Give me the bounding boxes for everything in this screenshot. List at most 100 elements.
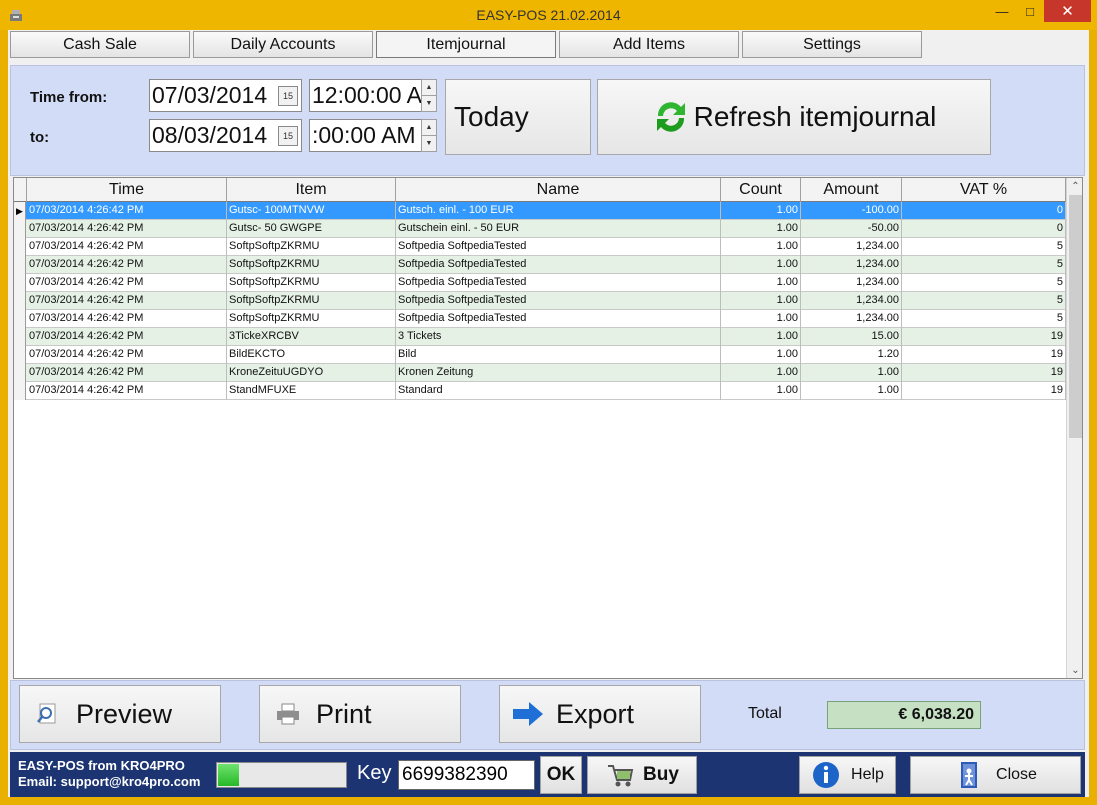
cell-amount[interactable]: -100.00	[801, 202, 902, 220]
column-header-name[interactable]: Name	[396, 178, 721, 202]
scroll-thumb[interactable]	[1069, 195, 1082, 438]
maximize-button[interactable]: □	[1016, 0, 1044, 22]
cell-time[interactable]: 07/03/2014 4:26:42 PM	[27, 202, 227, 220]
cell-name[interactable]: Softpedia SoftpediaTested	[396, 310, 721, 328]
cell-item[interactable]: Gutsc- 100MTNVW	[227, 202, 396, 220]
cell-amount[interactable]: 1,234.00	[801, 292, 902, 310]
cell-name[interactable]: Softpedia SoftpediaTested	[396, 238, 721, 256]
print-button[interactable]: Print	[259, 685, 461, 743]
cell-time[interactable]: 07/03/2014 4:26:42 PM	[27, 346, 227, 364]
cell-vat[interactable]: 5	[902, 274, 1066, 292]
time-to-field[interactable]: :00:00 AM	[309, 119, 422, 152]
cell-vat[interactable]: 19	[902, 346, 1066, 364]
window-close-button[interactable]: ✕	[1044, 0, 1091, 22]
cell-vat[interactable]: 5	[902, 256, 1066, 274]
close-button[interactable]: Close	[910, 756, 1081, 794]
cell-item[interactable]: 3TickeXRCBV	[227, 328, 396, 346]
cell-vat[interactable]: 19	[902, 328, 1066, 346]
cell-name[interactable]: Kronen Zeitung	[396, 364, 721, 382]
cell-time[interactable]: 07/03/2014 4:26:42 PM	[27, 292, 227, 310]
table-row[interactable]: 07/03/2014 4:26:42 PM Gutsc- 50 GWGPE Guts…	[14, 220, 1066, 238]
cell-amount[interactable]: 1.00	[801, 364, 902, 382]
cell-count[interactable]: 1.00	[721, 238, 801, 256]
cell-amount[interactable]: -50.00	[801, 220, 902, 238]
cell-amount[interactable]: 1,234.00	[801, 256, 902, 274]
cell-item[interactable]: SoftpSoftpZKRMU	[227, 292, 396, 310]
column-header-vat[interactable]: VAT %	[902, 178, 1066, 202]
cell-time[interactable]: 07/03/2014 4:26:42 PM	[27, 364, 227, 382]
row-header[interactable]	[14, 238, 26, 256]
cell-amount[interactable]: 1,234.00	[801, 274, 902, 292]
column-header-time[interactable]: Time	[27, 178, 227, 202]
row-header[interactable]	[14, 328, 26, 346]
spin-down-icon[interactable]: ▼	[422, 96, 436, 112]
cell-vat[interactable]: 5	[902, 310, 1066, 328]
minimize-button[interactable]: —	[988, 0, 1016, 22]
cell-vat[interactable]: 0	[902, 220, 1066, 238]
table-row[interactable]: 07/03/2014 4:26:42 PM BildEKCTO Bild 1.00 1.…	[14, 346, 1066, 364]
spin-down-icon[interactable]: ▼	[422, 136, 436, 152]
cell-count[interactable]: 1.00	[721, 274, 801, 292]
cell-time[interactable]: 07/03/2014 4:26:42 PM	[27, 220, 227, 238]
cell-amount[interactable]: 1.00	[801, 382, 902, 400]
table-row[interactable]: 07/03/2014 4:26:42 PM SoftpSoftpZKRMU Soft…	[14, 274, 1066, 292]
row-header[interactable]	[14, 292, 26, 310]
row-header[interactable]	[14, 346, 26, 364]
table-row[interactable]: 07/03/2014 4:26:42 PM KroneZeituUGDYO Kron…	[14, 364, 1066, 382]
cell-name[interactable]: Softpedia SoftpediaTested	[396, 292, 721, 310]
table-row[interactable]: 07/03/2014 4:26:42 PM SoftpSoftpZKRMU Soft…	[14, 310, 1066, 328]
spin-up-icon[interactable]: ▲	[422, 80, 436, 96]
cell-amount[interactable]: 1,234.00	[801, 238, 902, 256]
cell-vat[interactable]: 5	[902, 238, 1066, 256]
cell-name[interactable]: Softpedia SoftpediaTested	[396, 274, 721, 292]
tab-add-items[interactable]: Add Items	[559, 31, 739, 58]
row-header[interactable]	[14, 274, 26, 292]
cell-count[interactable]: 1.00	[721, 220, 801, 238]
calendar-from-icon[interactable]: 15	[278, 86, 298, 106]
time-from-field[interactable]: 12:00:00 A	[309, 79, 422, 112]
cell-item[interactable]: Gutsc- 50 GWGPE	[227, 220, 396, 238]
table-row[interactable]: 07/03/2014 4:26:42 PM SoftpSoftpZKRMU Soft…	[14, 256, 1066, 274]
cell-item[interactable]: SoftpSoftpZKRMU	[227, 238, 396, 256]
cell-count[interactable]: 1.00	[721, 328, 801, 346]
cell-time[interactable]: 07/03/2014 4:26:42 PM	[27, 238, 227, 256]
preview-button[interactable]: Preview	[19, 685, 221, 743]
scroll-down-icon[interactable]: ⌄	[1067, 662, 1082, 678]
cell-amount[interactable]: 1.20	[801, 346, 902, 364]
cell-vat[interactable]: 19	[902, 364, 1066, 382]
cell-item[interactable]: StandMFUXE	[227, 382, 396, 400]
cell-name[interactable]: Gutschein einl. - 50 EUR	[396, 220, 721, 238]
current-row-indicator-icon[interactable]: ▶	[14, 202, 26, 220]
tab-cash-sale[interactable]: Cash Sale	[10, 31, 190, 58]
cell-count[interactable]: 1.00	[721, 382, 801, 400]
cell-count[interactable]: 1.00	[721, 310, 801, 328]
itemjournal-grid[interactable]: Time Item Name Count Amount VAT % ▶ 07/03…	[13, 177, 1083, 679]
cell-vat[interactable]: 19	[902, 382, 1066, 400]
vertical-scrollbar[interactable]: ⌃ ⌄	[1066, 178, 1082, 678]
cell-item[interactable]: SoftpSoftpZKRMU	[227, 256, 396, 274]
row-header[interactable]	[14, 364, 26, 382]
table-row[interactable]: ▶ 07/03/2014 4:26:42 PM Gutsc- 100MTNVW Gut…	[14, 202, 1066, 220]
export-button[interactable]: Export	[499, 685, 701, 743]
table-row[interactable]: 07/03/2014 4:26:42 PM SoftpSoftpZKRMU Soft…	[14, 238, 1066, 256]
cell-time[interactable]: 07/03/2014 4:26:42 PM	[27, 256, 227, 274]
cell-amount[interactable]: 15.00	[801, 328, 902, 346]
cell-item[interactable]: SoftpSoftpZKRMU	[227, 274, 396, 292]
cell-count[interactable]: 1.00	[721, 346, 801, 364]
cell-time[interactable]: 07/03/2014 4:26:42 PM	[27, 328, 227, 346]
cell-name[interactable]: Bild	[396, 346, 721, 364]
refresh-itemjournal-button[interactable]: Refresh itemjournal	[597, 79, 991, 155]
cell-amount[interactable]: 1,234.00	[801, 310, 902, 328]
cell-item[interactable]: KroneZeituUGDYO	[227, 364, 396, 382]
cell-item[interactable]: SoftpSoftpZKRMU	[227, 310, 396, 328]
cell-time[interactable]: 07/03/2014 4:26:42 PM	[27, 382, 227, 400]
cell-item[interactable]: BildEKCTO	[227, 346, 396, 364]
tab-itemjournal[interactable]: Itemjournal	[376, 31, 556, 58]
time-from-spinner[interactable]: ▲ ▼	[421, 79, 437, 112]
cell-count[interactable]: 1.00	[721, 364, 801, 382]
row-header[interactable]	[14, 382, 26, 400]
column-header-amount[interactable]: Amount	[801, 178, 902, 202]
table-row[interactable]: 07/03/2014 4:26:42 PM SoftpSoftpZKRMU Soft…	[14, 292, 1066, 310]
cell-name[interactable]: Softpedia SoftpediaTested	[396, 256, 721, 274]
calendar-to-icon[interactable]: 15	[278, 126, 298, 146]
